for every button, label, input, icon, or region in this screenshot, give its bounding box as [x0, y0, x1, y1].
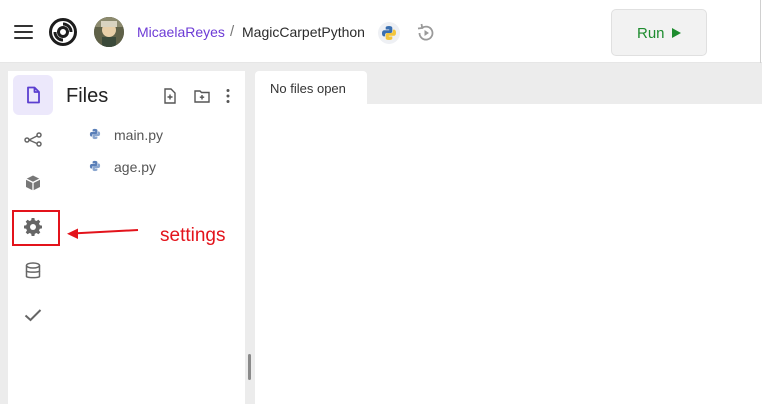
packages-cube-icon	[25, 175, 41, 191]
file-item-main[interactable]: main.py	[57, 120, 245, 150]
file-item-age[interactable]: age.py	[57, 152, 245, 182]
share-icon	[24, 132, 42, 147]
editor-tab-bar: No files open	[255, 71, 762, 104]
files-title: Files	[66, 85, 109, 107]
top-bar: MicaelaReyes / MagicCarpetPython Run	[0, 0, 762, 63]
user-avatar[interactable]	[94, 17, 124, 47]
file-name: main.py	[114, 127, 164, 143]
database-icon	[25, 262, 41, 279]
python-file-icon	[89, 160, 101, 172]
checkmark-icon	[24, 309, 42, 322]
file-name: age.py	[114, 159, 157, 175]
history-icon[interactable]	[415, 22, 437, 44]
annotation-label: settings	[160, 225, 226, 246]
tab-label: No files open	[270, 81, 346, 96]
file-icon	[27, 86, 40, 104]
new-folder-icon[interactable]	[193, 87, 211, 105]
play-icon	[672, 28, 681, 38]
python-file-icon	[89, 128, 101, 140]
panel-resize-handle[interactable]	[248, 354, 251, 380]
repl-name[interactable]: MagicCarpetPython	[242, 24, 365, 40]
tab-no-files-open[interactable]: No files open	[255, 71, 367, 104]
sidebar-item-tests[interactable]	[13, 295, 53, 335]
header-edge-divider	[760, 0, 761, 63]
replit-logo-icon[interactable]	[49, 18, 77, 46]
annotation-arrow-icon	[67, 228, 139, 239]
username-link[interactable]: MicaelaReyes	[137, 24, 225, 40]
more-vertical-icon[interactable]	[219, 87, 237, 105]
breadcrumb-separator: /	[230, 23, 235, 40]
sidebar-item-files[interactable]	[13, 75, 53, 115]
editor-pane[interactable]: No files open	[255, 71, 762, 404]
sidebar-item-database[interactable]	[13, 251, 53, 291]
run-label: Run	[637, 25, 665, 42]
hamburger-menu-icon[interactable]	[14, 25, 34, 39]
new-file-icon[interactable]	[161, 87, 179, 105]
sidebar-item-packages[interactable]	[13, 163, 53, 203]
python-icon[interactable]	[378, 22, 400, 44]
annotation-highlight-box	[12, 210, 60, 246]
run-button[interactable]: Run	[611, 9, 707, 56]
sidebar-item-share[interactable]	[13, 119, 53, 159]
